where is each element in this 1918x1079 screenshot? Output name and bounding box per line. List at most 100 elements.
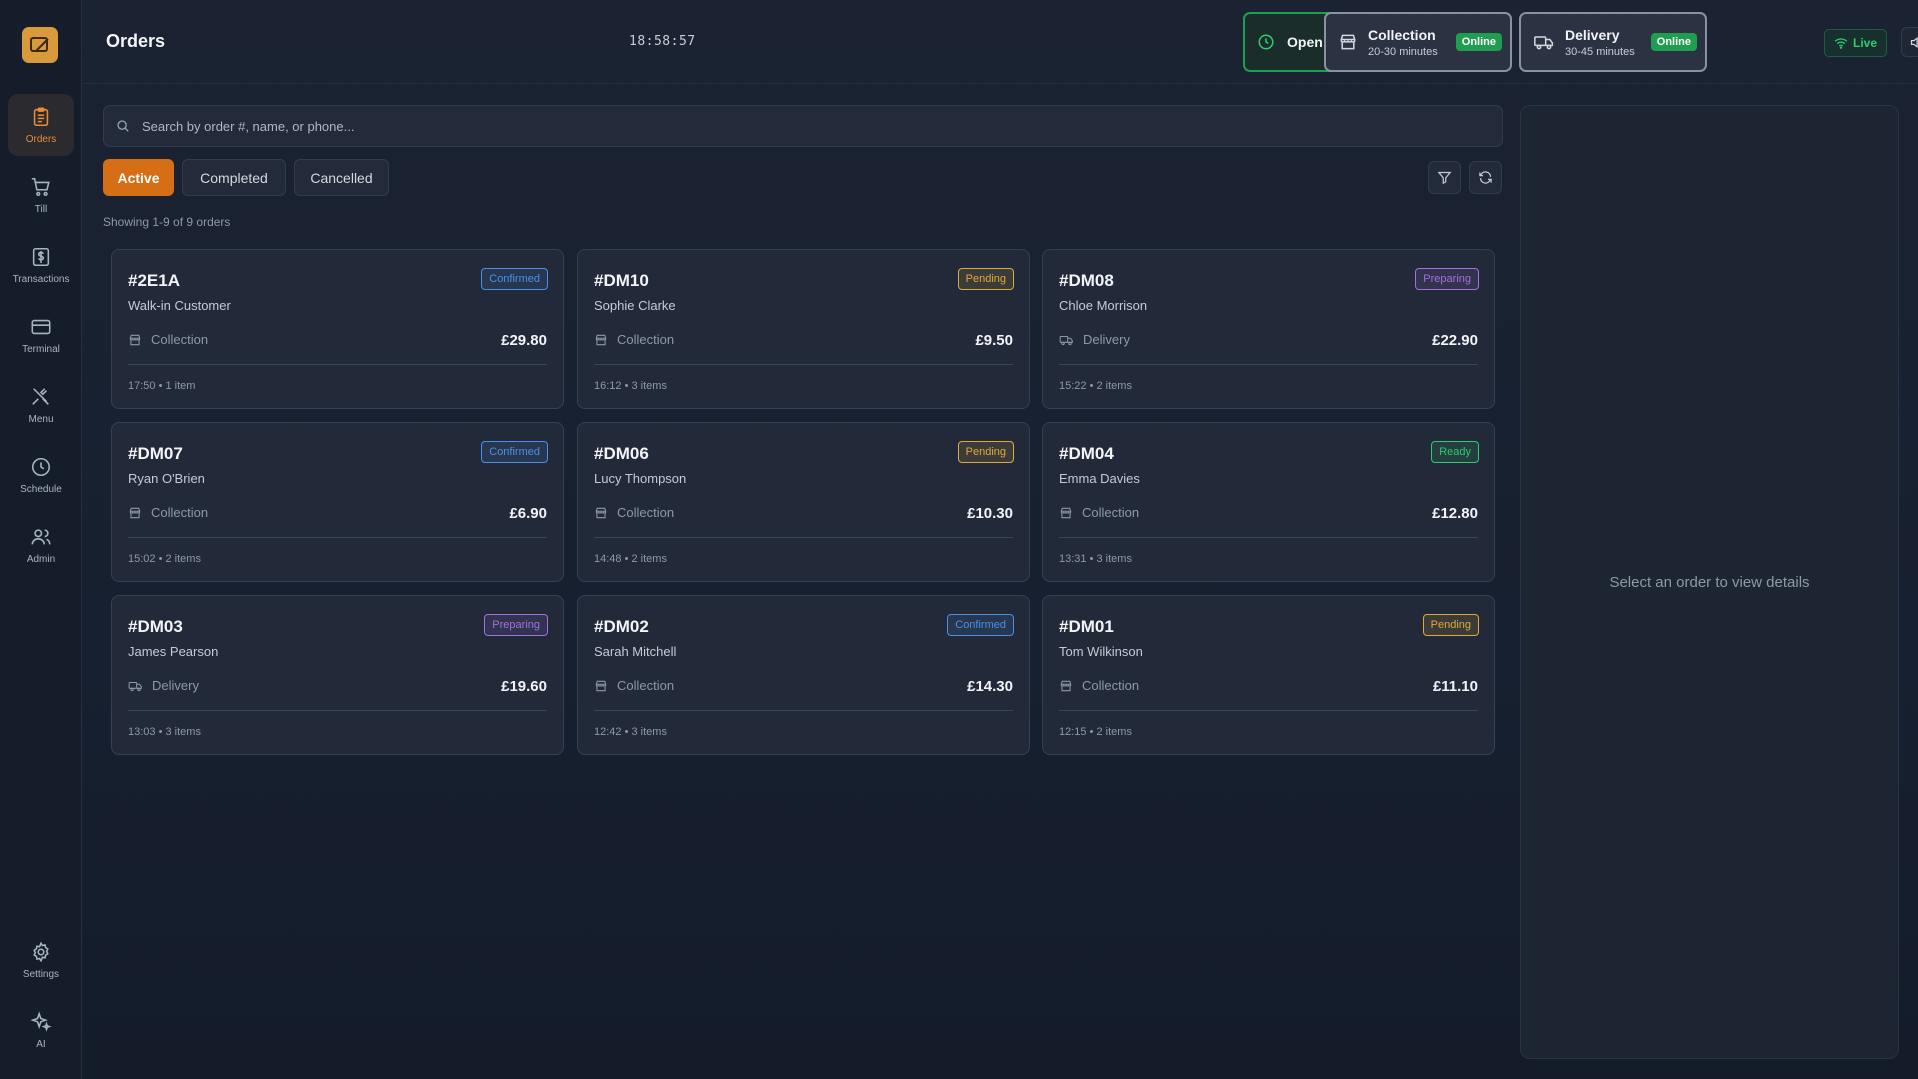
collection-status-badge: Online xyxy=(1455,33,1502,51)
divider xyxy=(594,710,1013,711)
sidebar: Orders Till Transactions Terminal Menu S… xyxy=(0,0,82,1079)
truck-icon xyxy=(1534,36,1554,50)
order-type-label: Collection xyxy=(1082,678,1140,693)
sidebar-item-transactions[interactable]: Transactions xyxy=(8,234,74,296)
order-type-label: Collection xyxy=(617,505,675,520)
order-meta: 15:02 • 2 items xyxy=(128,553,201,565)
sidebar-item-admin[interactable]: Admin xyxy=(8,514,74,576)
order-id: #2E1A xyxy=(128,271,180,290)
sidebar-item-label: Settings xyxy=(22,968,60,980)
sidebar-item-terminal[interactable]: Terminal xyxy=(8,304,74,366)
divider xyxy=(1059,537,1478,538)
cart-icon xyxy=(31,177,50,196)
order-total: £19.60 xyxy=(501,678,547,695)
search-bar[interactable] xyxy=(103,105,1503,147)
sidebar-item-ai[interactable]: AI xyxy=(8,999,74,1061)
store-icon xyxy=(128,506,142,520)
order-type: Collection xyxy=(1059,505,1139,520)
results-count: Showing 1-9 of 9 orders xyxy=(103,215,231,229)
order-meta: 13:31 • 3 items xyxy=(1059,553,1132,565)
delivery-service-toggle[interactable]: Delivery 30-45 minutes Online xyxy=(1519,12,1707,72)
order-card[interactable]: #DM02 Confirmed Sarah Mitchell Collectio… xyxy=(577,595,1030,755)
store-icon xyxy=(594,679,608,693)
sidebar-item-label: Schedule xyxy=(20,483,62,495)
sidebar-item-settings[interactable]: Settings xyxy=(8,929,74,991)
filter-button[interactable] xyxy=(1428,161,1461,194)
status-badge: Confirmed xyxy=(947,614,1014,636)
sidebar-item-orders[interactable]: Orders xyxy=(8,94,74,156)
live-indicator[interactable]: Live xyxy=(1824,29,1887,57)
order-id: #DM02 xyxy=(594,617,649,636)
order-card[interactable]: #DM08 Preparing Chloe Morrison Delivery … xyxy=(1042,249,1495,409)
sidebar-item-label: Transactions xyxy=(12,273,70,285)
divider xyxy=(594,364,1013,365)
users-icon xyxy=(31,528,51,544)
delivery-status-badge: Online xyxy=(1650,33,1697,51)
customer-name: Emma Davies xyxy=(1059,471,1140,486)
delivery-title: Delivery xyxy=(1565,26,1620,43)
order-total: £10.30 xyxy=(967,505,1013,522)
order-type-label: Collection xyxy=(617,332,675,347)
order-type: Delivery xyxy=(128,678,199,693)
order-id: #DM01 xyxy=(1059,617,1114,636)
divider xyxy=(128,364,547,365)
sidebar-item-schedule[interactable]: Schedule xyxy=(8,444,74,506)
clipboard-icon xyxy=(33,107,49,126)
order-total: £29.80 xyxy=(501,332,547,349)
order-card[interactable]: #DM06 Pending Lucy Thompson Collection £… xyxy=(577,422,1030,582)
sidebar-item-till[interactable]: Till xyxy=(8,164,74,226)
order-card[interactable]: #DM03 Preparing James Pearson Delivery £… xyxy=(111,595,564,755)
speaker-icon xyxy=(1910,36,1918,48)
status-badge: Confirmed xyxy=(481,441,548,463)
detail-placeholder: Select an order to view details xyxy=(1609,573,1810,591)
logo-icon xyxy=(30,37,49,52)
status-badge: Pending xyxy=(1422,614,1479,636)
status-badge: Pending xyxy=(957,268,1014,290)
order-total: £14.30 xyxy=(967,678,1013,695)
order-meta: 12:15 • 2 items xyxy=(1059,726,1132,738)
divider xyxy=(1059,364,1478,365)
delivery-time: 30-45 minutes xyxy=(1565,45,1635,58)
collection-service-toggle[interactable]: Collection 20-30 minutes Online xyxy=(1324,12,1512,72)
order-type-label: Collection xyxy=(151,332,209,347)
clock-icon xyxy=(31,457,51,476)
order-card[interactable]: #DM01 Pending Tom Wilkinson Collection £… xyxy=(1042,595,1495,755)
order-type: Collection xyxy=(594,332,674,347)
status-badge: Preparing xyxy=(1415,268,1479,290)
refresh-button[interactable] xyxy=(1469,161,1502,194)
status-badge: Pending xyxy=(957,441,1014,463)
tab-completed[interactable]: Completed xyxy=(182,159,286,196)
sidebar-item-label: Menu xyxy=(28,413,54,425)
sparkles-icon xyxy=(30,1010,52,1032)
dollar-receipt-icon xyxy=(32,247,50,266)
order-card[interactable]: #DM04 Ready Emma Davies Collection £12.8… xyxy=(1042,422,1495,582)
tab-active[interactable]: Active xyxy=(103,159,174,196)
sound-toggle-button[interactable] xyxy=(1901,27,1918,57)
live-label: Live xyxy=(1852,36,1877,50)
search-icon xyxy=(117,120,129,132)
order-type: Collection xyxy=(1059,678,1139,693)
refresh-icon xyxy=(1479,171,1492,184)
search-input[interactable] xyxy=(142,118,1442,134)
tab-cancelled[interactable]: Cancelled xyxy=(294,159,389,196)
filter-icon xyxy=(1437,171,1452,185)
store-icon xyxy=(594,333,608,347)
order-card[interactable]: #DM07 Confirmed Ryan O'Brien Collection … xyxy=(111,422,564,582)
order-card[interactable]: #DM10 Pending Sophie Clarke Collection £… xyxy=(577,249,1030,409)
sidebar-item-label: Till xyxy=(34,203,48,215)
order-card[interactable]: #2E1A Confirmed Walk-in Customer Collect… xyxy=(111,249,564,409)
order-type-label: Collection xyxy=(151,505,209,520)
store-icon xyxy=(128,333,142,347)
divider xyxy=(128,710,547,711)
truck-icon xyxy=(128,679,143,693)
customer-name: Lucy Thompson xyxy=(594,471,687,486)
clock-icon xyxy=(1258,34,1274,50)
customer-name: Tom Wilkinson xyxy=(1059,644,1143,659)
customer-name: Sophie Clarke xyxy=(594,298,676,313)
order-total: £11.10 xyxy=(1432,678,1478,695)
sidebar-item-menu[interactable]: Menu xyxy=(8,374,74,436)
status-badge: Preparing xyxy=(484,614,548,636)
order-meta: 14:48 • 2 items xyxy=(594,553,667,565)
app-logo[interactable] xyxy=(22,27,58,63)
store-icon xyxy=(1059,679,1073,693)
